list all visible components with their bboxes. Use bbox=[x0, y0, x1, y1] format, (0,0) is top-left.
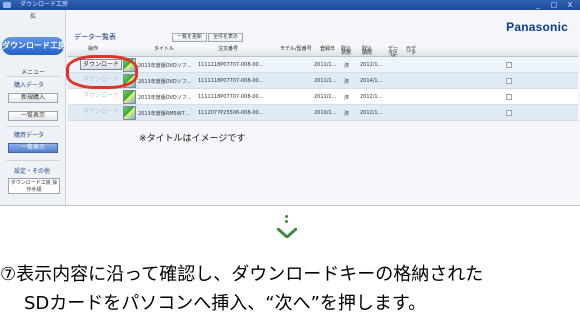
col-action: 操作 bbox=[88, 46, 99, 52]
table-header: 操作 タイトル 注文番号 モデル/型番号 登録日 取込状態 取込期限 データ区分… bbox=[68, 45, 578, 60]
download-button[interactable]: ダウンロード bbox=[80, 107, 122, 118]
col-model: モデル/型番号 bbox=[280, 46, 312, 52]
show-all-button[interactable]: 全件を表示 bbox=[208, 33, 244, 42]
divider bbox=[6, 126, 60, 127]
app-logo: ダウンロード工房 bbox=[2, 37, 66, 55]
row-checkbox[interactable] bbox=[506, 110, 512, 116]
cell-limit: 2012/1... bbox=[360, 62, 383, 68]
cell-title: 2013年度版DVDソフ... bbox=[138, 63, 192, 69]
table-row[interactable]: ダウンロード 2013年度版DVDソフ... 1111118P07707-008… bbox=[68, 73, 578, 89]
thumbnail-icon bbox=[123, 90, 136, 104]
maximize-button[interactable]: □ bbox=[546, 0, 562, 10]
title-bar: ダウンロード工房 _ □ X bbox=[0, 0, 580, 10]
close-button[interactable]: X bbox=[562, 0, 578, 10]
arrow-dots bbox=[284, 215, 290, 225]
cell-limit: 2012/1... bbox=[360, 110, 383, 116]
cell-state: 済 bbox=[344, 79, 350, 85]
window-controls: _ □ X bbox=[530, 0, 578, 10]
cell-title: 2013年度版DVDソフ... bbox=[138, 79, 192, 85]
app-window: ダウンロード工房 _ □ X Panasonic 拡 ダウンロード工房 メニュー… bbox=[0, 0, 580, 206]
cell-state: 済 bbox=[344, 95, 350, 101]
window-title: ダウンロード工房 bbox=[20, 1, 69, 8]
sidebar: 拡 ダウンロード工房 メニュー 購入データ 新規購入 一覧表示 購買データ 一覧… bbox=[0, 10, 66, 205]
list-view-button[interactable]: 一覧表示 bbox=[8, 111, 58, 121]
table-row[interactable]: ダウンロード 2013年度版DVDソフ... 1111118P07707-008… bbox=[68, 89, 578, 105]
col-order: 注文番号 bbox=[218, 46, 239, 52]
down-arrow-icon bbox=[275, 215, 299, 241]
col-source: 元データ bbox=[405, 46, 416, 56]
row-checkbox[interactable] bbox=[506, 62, 512, 68]
col-limit: 取込期限 bbox=[361, 46, 372, 56]
section-buy-data: 購買データ bbox=[14, 132, 45, 139]
download-button[interactable]: ダウンロード bbox=[80, 91, 122, 102]
col-title: タイトル bbox=[154, 46, 175, 52]
highlight-circle bbox=[66, 55, 138, 89]
thumbnail-icon bbox=[123, 106, 136, 120]
cell-order: 1111118P07707-008-00... bbox=[198, 78, 264, 84]
cell-title: 2013年度版DVDソフ... bbox=[138, 95, 192, 101]
divider bbox=[6, 76, 60, 77]
cell-date: 2011/1... bbox=[314, 78, 337, 84]
chevron-down-icon bbox=[277, 228, 297, 238]
brand-logo: Panasonic bbox=[506, 20, 568, 34]
app-icon bbox=[3, 2, 11, 8]
cell-state: 済 bbox=[344, 111, 350, 117]
section-purchase-data: 購入データ bbox=[14, 82, 45, 89]
data-table: 操作 タイトル 注文番号 モデル/型番号 登録日 取込状態 取込期限 データ区分… bbox=[68, 45, 578, 121]
row-checkbox[interactable] bbox=[506, 78, 512, 84]
sidebar-top-label: 拡 bbox=[30, 13, 37, 20]
caption-line-1: ⑦表示内容に沿って確認し、ダウンロードキーの格納された bbox=[0, 264, 484, 285]
cell-limit: 2014/1... bbox=[360, 78, 383, 84]
cell-order: 1112077P25506-008-00... bbox=[198, 110, 264, 116]
table-row[interactable]: ダウンロード 2013年度版DVDソフ... 1111118P07707-008… bbox=[68, 57, 578, 73]
active-list-button[interactable]: 一覧表示 bbox=[8, 143, 58, 153]
cell-date: 2011/1... bbox=[314, 94, 337, 100]
cell-order: 1111118P07707-008-00... bbox=[198, 94, 264, 100]
divider bbox=[6, 160, 60, 161]
image-note: ※タイトルはイメージです bbox=[139, 134, 246, 144]
cell-limit: 2012/1... bbox=[360, 94, 383, 100]
menu-heading: メニュー bbox=[20, 69, 45, 76]
minimize-button[interactable]: _ bbox=[530, 0, 546, 10]
col-date: 登録日 bbox=[320, 46, 336, 52]
caption-line-2: SDカードをパソコンへ挿入、“次へ”を押します。 bbox=[24, 293, 427, 314]
cell-title: 2013年度版RM5W7... bbox=[138, 111, 190, 117]
refresh-list-button[interactable]: 一覧を更新 bbox=[172, 33, 208, 42]
cell-state: 済 bbox=[344, 63, 350, 69]
col-state: 取込状態 bbox=[340, 46, 351, 56]
manual-button[interactable]: ダウンロード工房 操作手順 bbox=[8, 178, 60, 194]
cell-date: 2010/1... bbox=[314, 110, 337, 116]
new-purchase-button[interactable]: 新規購入 bbox=[8, 93, 58, 103]
section-settings: 設定・その他 bbox=[14, 168, 51, 175]
cell-date: 2011/1... bbox=[314, 62, 337, 68]
cell-order: 1111118P07707-008-00... bbox=[198, 62, 264, 68]
row-checkbox[interactable] bbox=[506, 94, 512, 100]
table-row[interactable]: ダウンロード 2013年度版RM5W7... 1112077P25506-008… bbox=[68, 105, 578, 121]
panel-title: データ一覧表 bbox=[74, 33, 116, 41]
